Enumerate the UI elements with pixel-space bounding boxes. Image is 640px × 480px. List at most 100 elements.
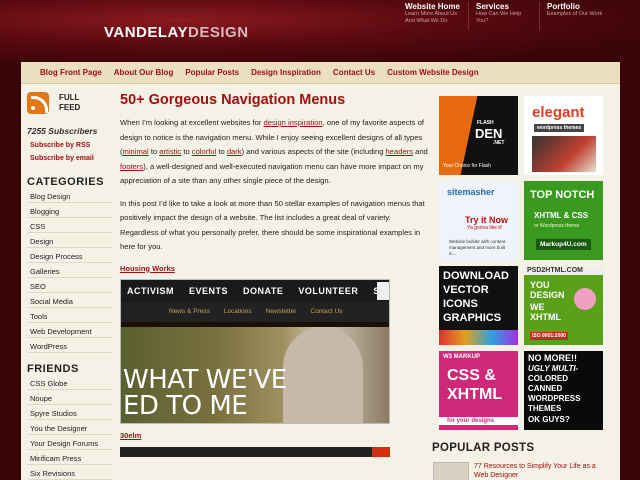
example-submenu-item: Locations (223, 308, 252, 315)
ad-text: DESIGN (530, 290, 565, 300)
link-minimal[interactable]: minimal (123, 147, 149, 156)
category-item[interactable]: CSS (27, 218, 113, 233)
feed-label-line1: FULL (59, 93, 80, 102)
link-artistic[interactable]: artistic (159, 147, 181, 156)
ad-top-notch[interactable]: TOP NOTCH XHTML & CSS or Wordpress theme… (524, 181, 603, 260)
text-run: When I’m looking at excellent websites f… (120, 118, 264, 127)
ad-w3markup[interactable]: W3 MARKUP CSS & XHTML for your designs (439, 351, 518, 430)
ad-flashden[interactable]: FLASH DEN .NET Your Choice for Flash (439, 96, 518, 175)
topnav-website-home[interactable]: Website Home Learn More About Us And Wha… (398, 2, 468, 30)
ad-psd2html[interactable]: PSD2HTML.COM YOU DESIGN WE XHTML ISO 900… (524, 266, 603, 345)
post-title[interactable]: 50+ Gorgeous Navigation Menus (120, 92, 428, 108)
ad-text: XHTML (530, 312, 561, 322)
ad-sitemasher[interactable]: sitemasher Try it Now Ya gonna like it! … (439, 181, 518, 260)
friends-list: CSS Globe Noupe Spyre Studios You the Desig… (27, 375, 113, 480)
topnav-services[interactable]: Services How Can We Help You? (468, 2, 539, 30)
ad-text: XHTML (447, 386, 503, 403)
ad-text: THEMES (528, 404, 562, 413)
example-headline: WHAT WE'VE ED TO ME (123, 367, 287, 419)
link-footers[interactable]: footers (120, 162, 143, 171)
topnav-subtitle: Learn More About Us And What We Do (405, 11, 457, 24)
friend-item[interactable]: Mirificam Press (27, 450, 113, 465)
friend-item[interactable]: Spyre Studios (27, 405, 113, 420)
headline-line2: ED TO ME (123, 390, 248, 421)
category-item[interactable]: Tools (27, 308, 113, 323)
example-housing-works-link[interactable]: Housing Works (120, 264, 428, 273)
friend-item[interactable]: Six Revisions (27, 465, 113, 480)
nav-contact-us[interactable]: Contact Us (333, 68, 375, 77)
friend-item[interactable]: CSS Globe (27, 375, 113, 390)
link-headers[interactable]: headers (386, 147, 413, 156)
category-item[interactable]: WordPress (27, 338, 113, 353)
topnav-subtitle: How Can We Help You? (476, 11, 522, 24)
link-colorful[interactable]: colorful (192, 147, 216, 156)
site-logo[interactable]: VANDELAYDESIGN (104, 24, 249, 41)
ad-text: PSD2HTML.COM (524, 266, 603, 275)
ad-text: TOP NOTCH (530, 189, 595, 201)
ad-text: Website builder with content management … (449, 239, 506, 256)
full-feed[interactable]: FULL FEED (27, 92, 113, 114)
category-item[interactable]: Web Development (27, 323, 113, 338)
ad-text: DOWNLOAD (443, 270, 509, 282)
category-item[interactable]: Blog Design (27, 188, 113, 203)
ad-text: GRAPHICS (443, 312, 502, 324)
category-item[interactable]: Blogging (27, 203, 113, 218)
ad-no-more-themes[interactable]: NO MORE!! UGLY MULTI- COLORED CANNED WOR… (524, 351, 603, 430)
rss-icon[interactable] (27, 92, 49, 114)
ad-text: WE (530, 302, 545, 312)
ad-text: Your Choice for Flash (443, 163, 491, 169)
housing-works-screenshot[interactable]: ACTIVISM EVENTS DONATE VOLUNTEER SERVICE… (120, 278, 390, 424)
nav-blog-front-page[interactable]: Blog Front Page (40, 68, 102, 77)
ad-text: CSS & (447, 367, 496, 384)
subscribe-rss-link[interactable]: Subscribe by RSS (27, 142, 113, 149)
topnav-portfolio[interactable]: Portfolio Examples of Our Work (539, 2, 610, 30)
category-item[interactable]: Galleries (27, 263, 113, 278)
example-menu-item: DONATE (243, 285, 284, 296)
nav-custom-website-design[interactable]: Custom Website Design (387, 68, 478, 77)
main-content: 50+ Gorgeous Navigation Menus When I’m l… (120, 92, 428, 457)
topnav-title: Website Home (405, 2, 460, 11)
ad-text: sitemasher (447, 187, 495, 197)
friend-item[interactable]: You the Designer (27, 420, 113, 435)
ad-elegant-themes[interactable]: elegant wordpress themes (524, 96, 603, 175)
logo-part-2: DESIGN (188, 24, 249, 41)
ad-text: for your designs (439, 417, 518, 425)
category-item[interactable]: Design (27, 233, 113, 248)
text-run: to (216, 147, 227, 156)
friend-item[interactable]: Noupe (27, 390, 113, 405)
ad-text: Markup4U.com (536, 239, 591, 250)
ad-text: UGLY MULTI- (528, 364, 579, 373)
main-nav: Blog Front Page About Our Blog Popular P… (21, 62, 620, 84)
ad-text: CANNED (528, 384, 563, 393)
ad-text: Try it Now (465, 215, 509, 225)
subscribe-email-link[interactable]: Subscribe by email (27, 155, 113, 162)
category-item[interactable]: Social Media (27, 293, 113, 308)
nav-popular-posts[interactable]: Popular Posts (185, 68, 239, 77)
text-run: ) and various aspects of the site (inclu… (241, 147, 386, 156)
popular-post-thumbnail (433, 462, 469, 480)
ad-text: ISO 9001:2000 (530, 332, 568, 340)
text-run: to (181, 147, 192, 156)
popular-post-item[interactable]: 77 Resources to Simplify Your Life as a … (433, 462, 604, 480)
example-submenu: News & Press Locations Newsletter Contac… (121, 301, 389, 322)
nav-about-our-blog[interactable]: About Our Blog (114, 68, 174, 77)
popular-post-title[interactable]: 77 Resources to Simplify Your Life as a … (474, 462, 604, 480)
link-dark[interactable]: dark (227, 147, 242, 156)
nav-design-inspiration[interactable]: Design Inspiration (251, 68, 321, 77)
category-item[interactable]: SEO (27, 278, 113, 293)
category-item[interactable]: Design Process (27, 248, 113, 263)
popular-posts-heading: POPULAR POSTS (432, 442, 535, 454)
example-search-box (377, 281, 389, 300)
example-submenu-item: Newsletter (265, 308, 297, 315)
friend-item[interactable]: Your Design Forums (27, 435, 113, 450)
ad-text: NO MORE!! (528, 353, 577, 363)
accent-block (372, 446, 390, 457)
link-design-inspiration[interactable]: design inspiration (264, 118, 323, 127)
30elm-screenshot[interactable] (120, 446, 390, 457)
left-sidebar: FULL FEED 7255 Subscribers Subscribe by R… (27, 92, 113, 480)
ad-vector-graphics[interactable]: DOWNLOAD VECTOR ICONS GRAPHICS (439, 266, 518, 345)
topnav-subtitle: Examples of Our Work (547, 11, 603, 17)
example-30elm-link[interactable]: 30elm (120, 431, 428, 440)
top-navigation: Website Home Learn More About Us And Wha… (398, 2, 610, 30)
example-submenu-item: Contact Us (310, 308, 343, 315)
